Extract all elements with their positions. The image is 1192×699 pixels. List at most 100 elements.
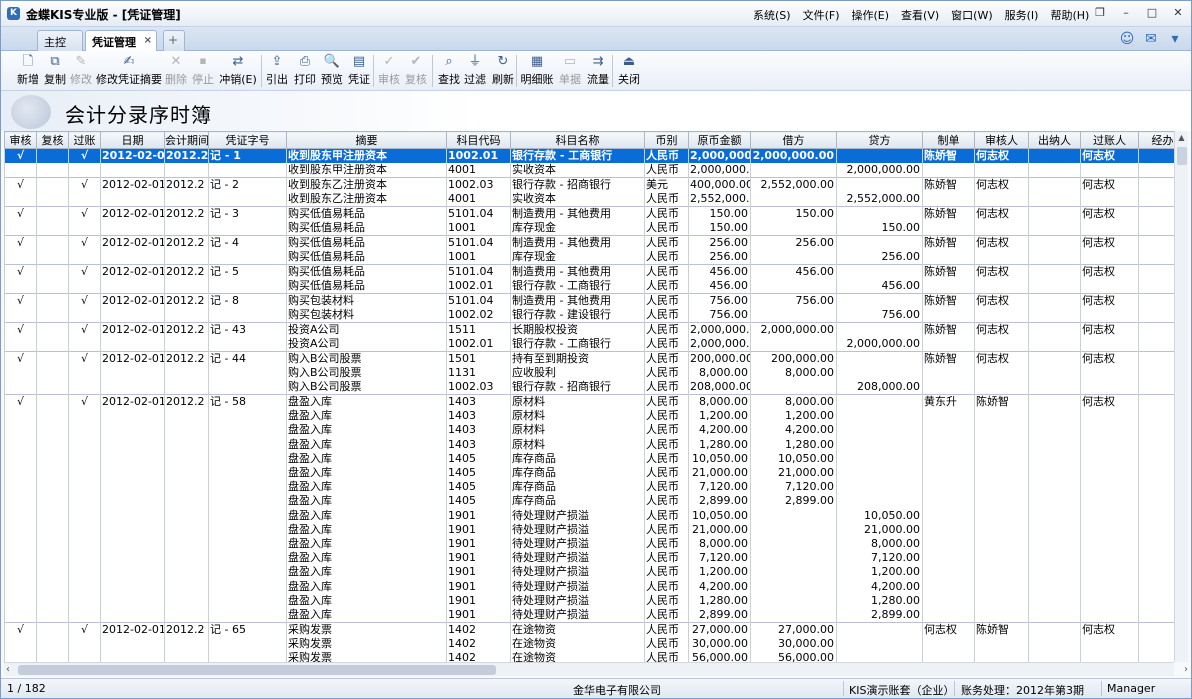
menu-item[interactable]: 窗口(W) xyxy=(951,7,992,23)
restore-icon[interactable]: ❐ xyxy=(1087,1,1113,25)
horizontal-scrollbar[interactable]: ‹ › xyxy=(4,662,1188,677)
toolbar-button[interactable]: ⧉ 复制 xyxy=(43,53,67,89)
message-icon[interactable]: ✉ xyxy=(1139,29,1163,49)
table-row[interactable]: 盘盈入库 1405 库存商品 人民币 7,120.00 7,120.00 xyxy=(4,480,1174,495)
add-tab-button[interactable]: + xyxy=(163,30,185,51)
menu-item[interactable]: 操作(E) xyxy=(852,7,890,23)
column-header[interactable]: 出纳人 xyxy=(1028,131,1081,149)
dropdown-chevron-icon[interactable]: ▾ xyxy=(1163,29,1187,49)
menu-item[interactable]: 服务(I) xyxy=(1005,7,1039,23)
table-row[interactable]: 购买低值易耗品 1002.01 银行存款 - 工商银行 人民币 456.00 456.00 xyxy=(4,279,1174,294)
menu-item[interactable]: 查看(V) xyxy=(901,7,939,23)
toolbar-button[interactable]: ▦ 明细账 xyxy=(520,53,554,89)
minimize-icon[interactable]: – xyxy=(1113,1,1139,25)
toolbar-button[interactable]: ⌕ 查找 xyxy=(436,53,462,89)
table-row[interactable]: 收到股东乙注册资本4001实收资本人民币2,552,000.002,552,00… xyxy=(4,192,1174,207)
column-header[interactable]: 原币金额 xyxy=(688,131,751,149)
table-row[interactable]: 盘盈入库 1403 原材料 人民币 4,200.00 4,200.00 xyxy=(4,423,1174,438)
summary-cell: 盘盈入库 xyxy=(286,508,447,523)
menu-item[interactable]: 帮助(H) xyxy=(1050,7,1089,23)
scroll-left-icon[interactable]: ‹ xyxy=(6,663,10,677)
table-row[interactable]: 盘盈入库 1901 待处理财产损溢 人民币 7,120.00 7,120.00 xyxy=(4,551,1174,566)
toolbar-button[interactable]: ▭ 单据 xyxy=(558,53,582,89)
toolbar-button[interactable]: ✔ 复核 xyxy=(404,53,428,89)
column-header[interactable]: 经办 xyxy=(1138,131,1174,149)
toolbar-button[interactable]: 🗋 新增 xyxy=(15,53,41,89)
column-header[interactable]: 过账人 xyxy=(1080,131,1139,149)
table-row[interactable]: 投资A公司1002.01银行存款 - 工商银行人民币2,000,000.002,… xyxy=(4,337,1174,352)
table-row[interactable]: 盘盈入库 1901 待处理财产损溢 人民币 21,000.00 21,000.00 xyxy=(4,522,1174,537)
column-header[interactable]: 科目代码 xyxy=(446,131,511,149)
tab-home[interactable]: 主控台 xyxy=(37,30,83,65)
toolbar-button[interactable]: ✍ 修改凭证摘要 xyxy=(96,53,162,89)
toolbar-button[interactable]: ↻ 刷新 xyxy=(490,53,516,89)
table-row[interactable]: √√2012-02-012012.2记 - 1收到股东甲注册资本1002.01银… xyxy=(4,148,1174,163)
table-row[interactable]: √ √ 2012-02-01 2012.2 记 - 3 购买低值易耗品 5101.04 制造费… xyxy=(4,206,1174,221)
column-header[interactable]: 贷方 xyxy=(836,131,923,149)
column-header[interactable]: 凭证字号 xyxy=(208,131,287,149)
table-row[interactable]: 购买低值易耗品 1001 库存现金 人民币 256.00 256.00 xyxy=(4,250,1174,265)
table-row[interactable]: 采购发票 1402 在途物资 人民币 56,000.00 56,000.00 xyxy=(4,651,1174,662)
column-header[interactable]: 科目名称 xyxy=(510,131,645,149)
menu-item[interactable]: 系统(S) xyxy=(753,7,791,23)
table-row[interactable]: √ √ 2012-02-01 2012.2 记 - 44 购入B公司股票 1501 持有至到期… xyxy=(4,351,1174,366)
toolbar-button[interactable]: ✎ 修改 xyxy=(69,53,93,89)
table-row[interactable]: 购入B公司股票 1131 应收股利 人民币 8,000.00 8,000.00 xyxy=(4,366,1174,381)
column-header[interactable]: 会计期间 xyxy=(164,131,209,149)
toolbar-button[interactable]: 🔍 预览 xyxy=(320,53,344,89)
table-row[interactable]: √ √ 2012-02-01 2012.2 记 - 65 采购发票 1402 在途物资 人民币 2… xyxy=(4,621,1174,637)
table-row[interactable]: 购入B公司股票 1002.03 银行存款 - 招商银行 人民币 208,000.00 20… xyxy=(4,380,1174,395)
column-header[interactable]: 币别 xyxy=(644,131,689,149)
table-row[interactable]: 盘盈入库 1405 库存商品 人民币 2,899.00 2,899.00 xyxy=(4,494,1174,509)
menu-item[interactable]: 文件(F) xyxy=(803,7,840,23)
table-row[interactable]: 盘盈入库 1403 原材料 人民币 1,280.00 1,280.00 xyxy=(4,437,1174,452)
vertical-scrollbar[interactable]: ▲ xyxy=(1174,131,1188,662)
table-row[interactable]: 采购发票 1402 在途物资 人民币 30,000.00 30,000.00 xyxy=(4,636,1174,651)
table-row[interactable]: 盘盈入库 1901 待处理财产损溢 人民币 4,200.00 4,200.00 xyxy=(4,579,1174,594)
table-row[interactable]: √ √ 2012-02-01 2012.2 记 - 43 投资A公司 1511 长期股权投资人… xyxy=(4,322,1174,337)
tab-close-icon[interactable]: × xyxy=(144,35,152,46)
vertical-scroll-thumb[interactable] xyxy=(1177,147,1187,165)
column-header[interactable]: 借方 xyxy=(750,131,837,149)
table-row[interactable]: 购买低值易耗品 1001 库存现金 人民币 150.00 150.00 xyxy=(4,221,1174,236)
table-row[interactable]: √ √ 2012-02-01 2012.2 记 - 58 盘盈入库 1403 原材料 人民币 8,… xyxy=(4,394,1174,410)
table-row[interactable]: √ √ 2012-02-01 2012.2 记 - 4 购买低值易耗品 5101.04 制造费… xyxy=(4,235,1174,250)
maximize-icon[interactable]: □ xyxy=(1139,1,1165,25)
tab-voucher-management[interactable]: 凭证管理 × xyxy=(85,30,157,51)
table-row[interactable]: 盘盈入库 1405 库存商品 人民币 21,000.00 21,000.00 xyxy=(4,465,1174,481)
smiley-icon[interactable]: ☺ xyxy=(1115,29,1139,49)
column-header[interactable]: 制单 xyxy=(922,131,975,149)
scroll-right-icon[interactable]: › xyxy=(1184,663,1188,677)
horizontal-scroll-thumb[interactable] xyxy=(18,665,496,675)
table-row[interactable]: 盘盈入库 1901 待处理财产损溢 人民币 2,899.00 2,899.00 xyxy=(4,607,1174,623)
toolbar-button[interactable]: ⇪ 引出 xyxy=(265,53,289,89)
table-row[interactable]: 盘盈入库 1901 待处理财产损溢 人民币 1,200.00 1,200.00 xyxy=(4,565,1174,580)
table-row[interactable]: 收到股东甲注册资本4001实收资本人民币2,000,000.002,000,00… xyxy=(4,163,1174,178)
toolbar-button[interactable]: ⏚ 过滤 xyxy=(463,53,487,89)
toolbar-button[interactable]: ⇉ 流量 xyxy=(585,53,611,89)
toolbar-button[interactable]: ⇄ 冲销(E) xyxy=(219,53,257,89)
table-row[interactable]: 盘盈入库 1901 待处理财产损溢 人民币 10,050.00 10,050.00 xyxy=(4,508,1174,523)
column-header[interactable]: 复核 xyxy=(36,131,69,149)
toolbar-button[interactable]: ▤ 凭证 xyxy=(346,53,372,89)
column-header[interactable]: 过账 xyxy=(68,131,101,149)
toolbar-button[interactable]: ⎙ 打印 xyxy=(293,53,317,89)
table-row[interactable]: √ √ 2012-02-01 2012.2 记 - 5 购买低值易耗品 5101.04 制造费… xyxy=(4,264,1174,279)
table-row[interactable]: 盘盈入库 1901 待处理财产损溢 人民币 8,000.00 8,000.00 xyxy=(4,536,1174,552)
toolbar-button[interactable]: ✓ 审核 xyxy=(377,53,401,89)
table-row[interactable]: 盘盈入库 1901 待处理财产损溢 人民币 1,280.00 1,280.00 xyxy=(4,593,1174,608)
close-icon[interactable]: ✕ xyxy=(1165,1,1191,25)
toolbar-button[interactable]: ⏹ 停止 xyxy=(191,53,215,89)
table-row[interactable]: 盘盈入库 1405 库存商品 人民币 10,050.00 10,050.00 xyxy=(4,451,1174,466)
toolbar-button[interactable]: ⏏ 关闭 xyxy=(616,53,642,89)
column-header[interactable]: 审核 xyxy=(4,131,37,149)
table-row[interactable]: 盘盈入库 1403 原材料 人民币 1,200.00 1,200.00 xyxy=(4,409,1174,424)
column-header[interactable]: 摘要 xyxy=(286,131,447,149)
table-row[interactable]: 购买包装材料 1002.02 银行存款 - 建设银行 人民币 756.00 756.00 xyxy=(4,308,1174,323)
column-header[interactable]: 日期 xyxy=(100,131,165,149)
table-row[interactable]: √ √ 2012-02-01 2012.2 记 - 2 收到股东乙注册资本 1002.03 银… xyxy=(4,177,1174,192)
column-header[interactable]: 审核人 xyxy=(974,131,1029,149)
scroll-up-icon[interactable]: ▲ xyxy=(1175,131,1188,145)
table-row[interactable]: √ √ 2012-02-01 2012.2 记 - 8 购买包装材料 5101.04 制造费用… xyxy=(4,293,1174,308)
toolbar-button[interactable]: ✕ 删除 xyxy=(165,53,187,89)
